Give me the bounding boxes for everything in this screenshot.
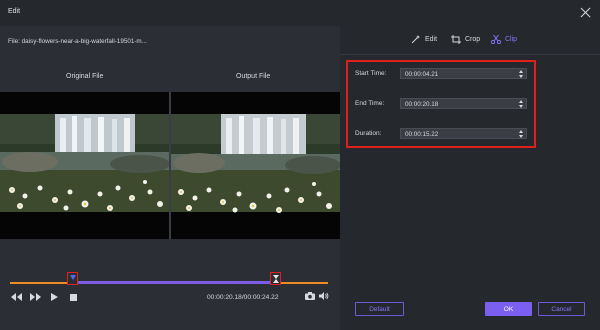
duration-input[interactable]: 00:00:15.22 [400,128,527,139]
output-video-preview [171,92,340,239]
cancel-button[interactable]: Cancel [538,302,585,316]
hourglass-bottom [272,279,279,283]
end-time-input[interactable]: 00:00:20.18 [400,98,527,109]
start-time-input[interactable]: 00:00:04.21 [400,68,527,79]
tab-separator [340,54,600,55]
tab-crop-label: Crop [465,36,481,43]
tab-edit-label: Edit [425,36,438,43]
spinner-icon[interactable] [519,130,524,138]
edit-tabs: Edit Crop Clip [340,34,600,50]
start-marker-icon [69,275,76,280]
magic-wand-icon [411,35,420,44]
edit-panel: Edit Crop Clip Start Time: 00:00:04.21 E… [340,26,600,330]
tab-clip-label: Clip [505,36,518,43]
title-bar: Edit [0,0,600,26]
end-time-value: 00:00:20.18 [405,100,439,108]
start-time-value: 00:00:04.21 [405,70,439,78]
play-icon[interactable] [48,291,60,303]
playback-timecode: 00:00:20.18/00:00:24.22 [207,294,279,301]
start-time-label: Start Time: [355,70,387,77]
end-time-label: End Time: [355,100,385,107]
duration-value: 00:00:15.22 [405,130,439,138]
window-title: Edit [8,8,21,15]
tab-edit[interactable]: Edit [411,35,437,44]
end-time-row: End Time: 00:00:20.18 [348,98,534,110]
tab-clip[interactable]: Clip [491,35,517,44]
timeline-selection [73,281,276,284]
close-icon[interactable] [578,5,593,20]
crop-icon [451,35,461,44]
waterfall-image [171,92,340,239]
fast-forward-icon[interactable] [29,291,41,303]
spinner-icon[interactable] [519,100,524,108]
clip-end-handle[interactable] [270,272,281,285]
snapshot-icon[interactable] [304,290,316,302]
scissors-icon [491,35,501,44]
output-file-title: Output File [236,73,271,80]
preview-panel: File: daisy-flowers-near-a-big-waterfall… [0,26,340,330]
file-name-label: File: daisy-flowers-near-a-big-waterfall… [8,38,147,45]
clip-time-fields: Start Time: 00:00:04.21 End Time: 00:00:… [346,60,536,148]
spinner-icon[interactable] [519,70,524,78]
duration-label: Duration: [355,130,382,137]
ok-button[interactable]: OK [485,302,532,316]
rewind-icon[interactable] [10,291,22,303]
stop-icon[interactable] [67,291,79,303]
waterfall-image [0,92,169,239]
start-time-row: Start Time: 00:00:04.21 [348,68,534,80]
default-button[interactable]: Default [355,302,404,316]
clip-start-handle[interactable] [67,272,78,285]
playback-controls [10,291,86,303]
tab-crop[interactable]: Crop [451,35,480,44]
original-file-title: Original File [66,73,104,80]
original-video-preview [0,92,169,239]
volume-icon[interactable] [318,290,330,302]
duration-row: Duration: 00:00:15.22 [348,128,534,140]
